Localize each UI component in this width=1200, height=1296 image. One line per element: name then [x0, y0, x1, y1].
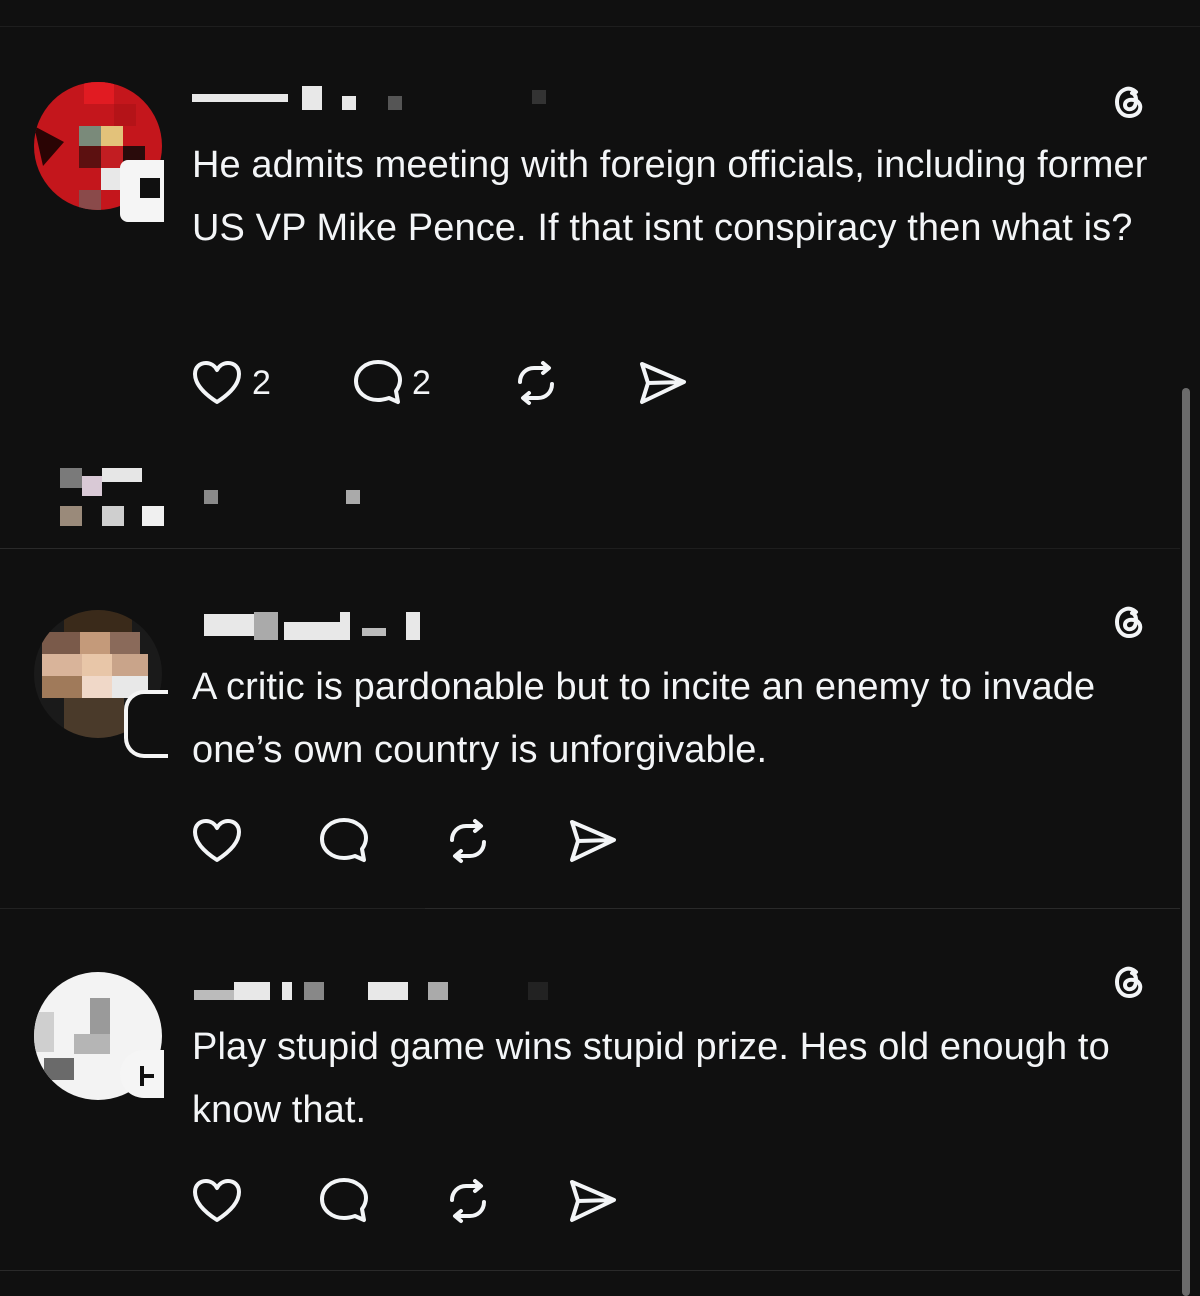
comment-icon — [320, 1178, 368, 1222]
share-icon — [640, 362, 686, 404]
post-actions — [190, 1176, 630, 1226]
threads-logo-icon[interactable] — [1104, 598, 1152, 646]
reply-post-3: Play stupid game wins stupid prize. Hes … — [0, 910, 1180, 1296]
repost-button[interactable] — [442, 1176, 494, 1226]
comment-icon — [320, 818, 368, 862]
share-button[interactable] — [566, 1176, 618, 1226]
post-actions: 2 2 — [190, 358, 710, 408]
heart-icon — [193, 1179, 241, 1222]
repost-button[interactable] — [442, 816, 494, 866]
username-redacted[interactable] — [192, 972, 552, 1000]
like-count: 2 — [252, 363, 271, 402]
post-divider — [0, 548, 470, 549]
share-icon — [570, 820, 616, 862]
reply-button[interactable] — [318, 1176, 370, 1226]
reply-button[interactable]: 2 — [352, 358, 431, 408]
username-redacted[interactable] — [192, 612, 472, 640]
scrollbar[interactable] — [1182, 388, 1190, 1296]
comment-icon — [354, 360, 402, 404]
repost-icon — [518, 361, 554, 405]
reply-count: 2 — [412, 363, 431, 402]
heart-icon — [193, 361, 241, 404]
post-divider-right — [470, 548, 1180, 549]
repost-icon — [450, 819, 486, 863]
like-button[interactable] — [190, 1176, 244, 1226]
heart-icon — [193, 819, 241, 862]
reply-post-1: He admits meeting with foreign officials… — [0, 0, 1180, 550]
post-text: He admits meeting with foreign officials… — [192, 144, 1148, 249]
share-button[interactable] — [566, 816, 618, 866]
post-divider — [0, 908, 425, 909]
like-button[interactable]: 2 — [190, 358, 271, 408]
threads-logo-icon[interactable] — [1104, 958, 1152, 1006]
post-divider-right — [425, 908, 1180, 909]
share-button[interactable] — [636, 358, 688, 408]
reply-button[interactable] — [318, 816, 370, 866]
share-icon — [570, 1180, 616, 1222]
avatar-badge — [124, 690, 168, 758]
repost-icon — [450, 1179, 486, 1223]
reply-post-2: A critic is pardonable but to incite an … — [0, 550, 1180, 910]
post-divider — [0, 1270, 1180, 1271]
like-button[interactable] — [190, 816, 244, 866]
post-actions — [190, 816, 630, 866]
threads-logo-icon[interactable] — [1104, 78, 1152, 126]
post-text: Play stupid game wins stupid prize. Hes … — [192, 1026, 1110, 1131]
repost-button[interactable] — [510, 358, 562, 408]
username-redacted[interactable] — [192, 82, 552, 110]
post-text: A critic is pardonable but to incite an … — [192, 666, 1096, 771]
